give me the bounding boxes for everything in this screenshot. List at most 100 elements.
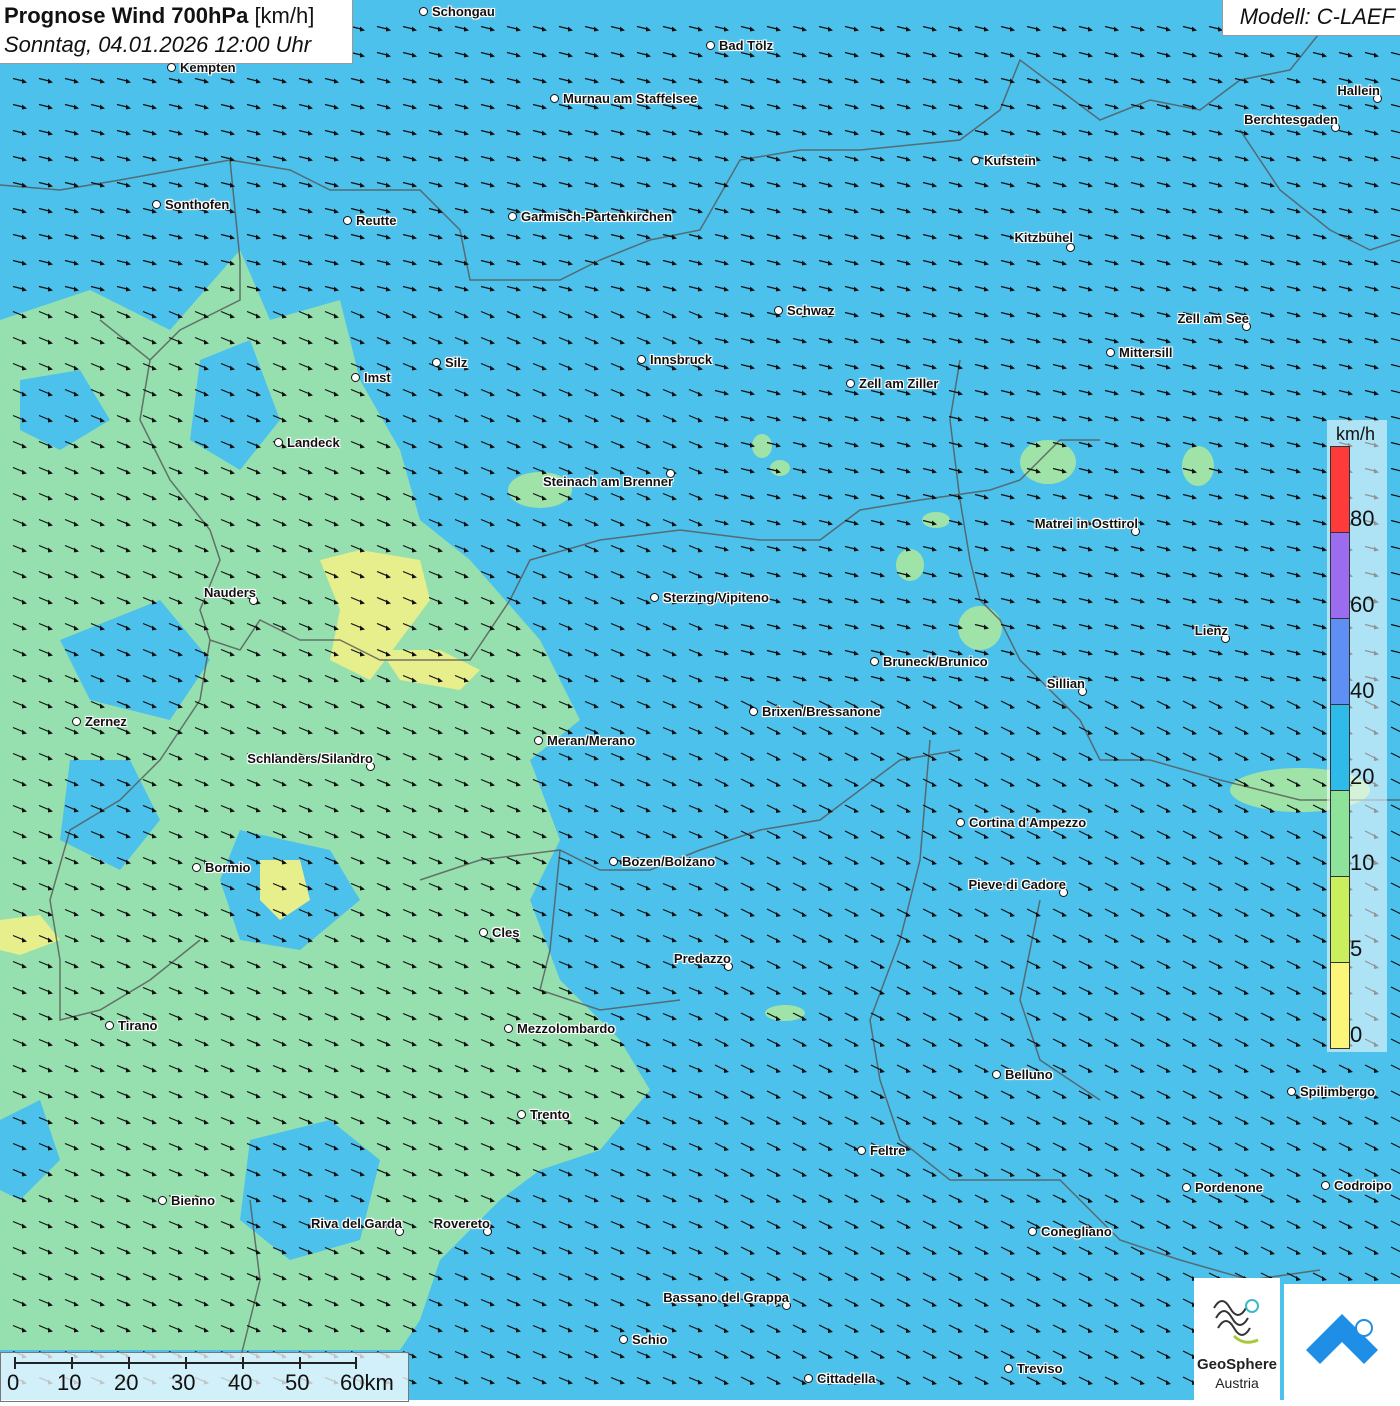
city-label: Tirano [118,1018,158,1033]
city-label: Zernez [85,714,127,729]
city-marker [637,355,646,364]
city-label: Reutte [356,213,397,228]
forecast-datetime: Sonntag, 04.01.2026 12:00 Uhr [4,32,312,57]
city-marker [846,379,855,388]
city-marker [152,200,161,209]
city-label: Berchtesgaden [1244,112,1338,127]
city-marker [971,156,980,165]
city-marker [351,373,360,382]
city-marker [158,1196,167,1205]
city-label: Sillian [1046,676,1085,691]
city-label: Bormio [205,860,251,875]
model-panel: Modell: C-LAEF [1222,0,1400,36]
city-label: Sterzing/Vipiteno [663,590,769,605]
city-label: Schlanders/Silandro [247,751,373,766]
scale-bar-label: 10 [57,1370,82,1395]
city-marker [419,7,428,16]
city-label: Innsbruck [650,352,713,367]
legend-tick-label: 10 [1350,850,1375,875]
city-label: Trento [530,1107,570,1122]
map-title: Prognose Wind 700hPa [km/h] [4,3,315,28]
city-label: Belluno [1005,1067,1053,1082]
city-marker [992,1070,1001,1079]
city-label: Zell am Ziller [859,376,939,391]
city-marker [749,707,758,716]
city-label: Rovereto [433,1216,490,1231]
city-marker [432,358,441,367]
city-marker [508,212,517,221]
city-label: Hallein [1337,83,1380,98]
legend-swatch [1330,532,1350,619]
legend-swatch [1330,790,1350,877]
legend-tick-label: 20 [1350,764,1375,789]
city-label: Schongau [432,4,495,19]
city-label: Bozen/Bolzano [622,854,716,869]
title-panel: Prognose Wind 700hPa [km/h] Sonntag, 04.… [0,0,353,64]
city-label: Pordenone [1195,1180,1263,1195]
city-marker [619,1335,628,1344]
app-logo [1284,1284,1400,1400]
city-marker [479,928,488,937]
city-marker [706,41,715,50]
city-marker [857,1146,866,1155]
scale-bar-label: 20 [114,1370,139,1395]
legend-tick-label: 40 [1350,678,1375,703]
city-label: Kufstein [984,153,1036,168]
model-label: Modell: C-LAEF [1239,4,1395,29]
city-label: Bruneck/Brunico [883,654,988,669]
city-marker [1321,1181,1330,1190]
city-label: Murnau am Staffelsee [563,91,698,106]
legend-tick-label: 60 [1350,592,1375,617]
city-label: Steinach am Brenner [542,474,673,489]
city-marker [956,818,965,827]
city-marker [1004,1364,1013,1373]
city-label: Feltre [870,1143,906,1158]
scale-bar-label: 30 [171,1370,196,1395]
city-label: Mezzolombardo [517,1021,616,1036]
city-label: Predazzo [673,951,731,966]
city-label: Schwaz [787,303,835,318]
city-label: Codroipo [1334,1178,1392,1193]
legend-unit: km/h [1336,424,1376,444]
legend-tick-label: 5 [1350,936,1363,961]
city-label: Lienz [1194,623,1228,638]
city-marker [105,1021,114,1030]
city-label: Treviso [1017,1361,1063,1376]
city-marker [1028,1227,1037,1236]
city-marker [504,1024,513,1033]
legend-swatch [1330,962,1350,1049]
city-label: Brixen/Bressanone [762,704,881,719]
legend-swatch [1330,876,1350,963]
scale-bar-label: 50 [285,1370,310,1395]
city-label: Kempten [180,60,236,75]
legend-swatch [1330,704,1350,791]
city-label: Mittersill [1119,345,1173,360]
city-label: Bad Tölz [719,38,774,53]
city-marker [274,438,283,447]
city-marker [72,717,81,726]
logo-name-line2: Austria [1215,1375,1259,1391]
legend-tick-label: 0 [1350,1022,1363,1047]
city-marker [609,857,618,866]
city-label: Kitzbühel [1014,230,1074,245]
city-marker [650,593,659,602]
city-label: Cles [492,925,520,940]
legend-swatch [1330,446,1350,533]
city-marker [804,1374,813,1383]
city-label: Cittadella [817,1371,876,1386]
city-marker [167,63,176,72]
city-marker [1287,1087,1296,1096]
city-label: Bienno [171,1193,216,1208]
city-label: Zell am See [1177,311,1249,326]
city-label: Imst [364,370,391,385]
city-label: Conegliano [1041,1224,1112,1239]
geosphere-logo-icon [1213,1299,1259,1344]
city-marker [870,657,879,666]
city-marker [550,94,559,103]
city-label: Cortina d'Ampezzo [969,815,1087,830]
city-label: Meran/Merano [547,733,636,748]
city-label: Garmisch-Partenkirchen [521,209,673,224]
scale-bar-label: 60km [340,1370,394,1395]
city-marker [192,863,201,872]
city-marker [1106,348,1115,357]
